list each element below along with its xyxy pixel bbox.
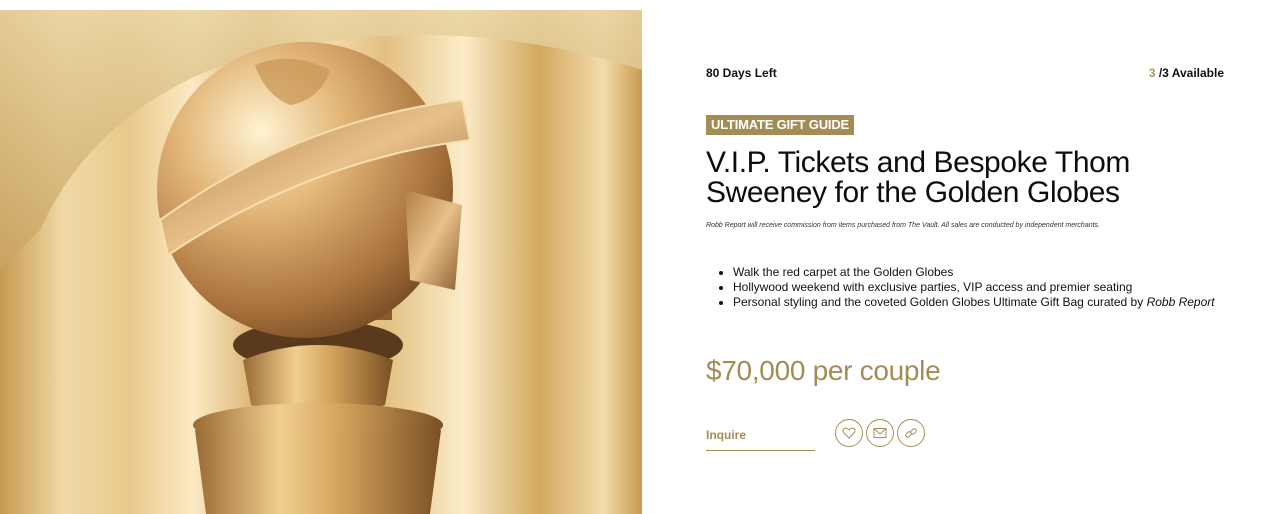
envelope-icon xyxy=(873,428,887,438)
hero-image xyxy=(0,10,642,514)
available-suffix: /3 Available xyxy=(1155,66,1224,80)
page-title: V.I.P. Tickets and Bespoke Thom Sweeney … xyxy=(706,146,1130,209)
heart-icon xyxy=(842,427,856,439)
inquire-button[interactable]: Inquire xyxy=(706,426,815,451)
days-left: 80 Days Left xyxy=(706,66,777,80)
category-tag[interactable]: ULTIMATE GIFT GUIDE xyxy=(706,115,854,135)
commission-disclaimer: Robb Report will receive commission from… xyxy=(706,222,1100,229)
list-item-emphasis: Robb Report xyxy=(1146,295,1215,309)
share-link-button[interactable] xyxy=(897,419,925,447)
golden-globe-illustration xyxy=(0,10,642,514)
favorite-button[interactable] xyxy=(835,419,863,447)
available-count: 3 xyxy=(1148,66,1156,80)
listing-meta: 80 Days Left 3 /3 Available xyxy=(706,66,1224,80)
list-item: Walk the red carpet at the Golden Globes xyxy=(733,265,1233,280)
price: $70,000 per couple xyxy=(706,355,941,386)
link-icon xyxy=(905,428,917,438)
list-item: Personal styling and the coveted Golden … xyxy=(733,295,1233,310)
list-item: Hollywood weekend with exclusive parties… xyxy=(733,280,1233,295)
feature-list: Walk the red carpet at the Golden Globes… xyxy=(733,265,1233,310)
list-item-text: Personal styling and the coveted Golden … xyxy=(733,295,1147,309)
action-buttons xyxy=(835,419,925,447)
email-button[interactable] xyxy=(866,419,894,447)
availability: 3 /3 Available xyxy=(1149,66,1224,80)
